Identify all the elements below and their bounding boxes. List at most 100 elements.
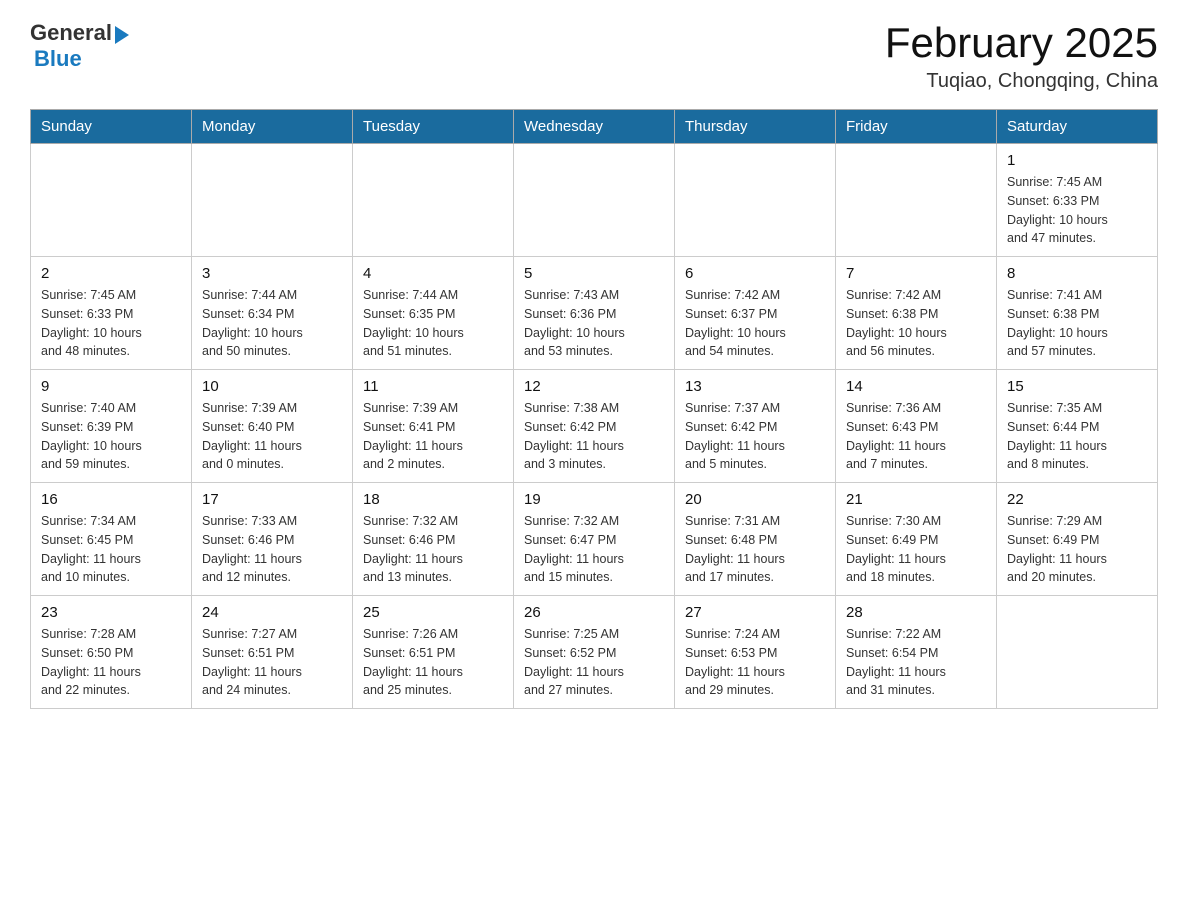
calendar-cell: 27 Sunrise: 7:24 AM Sunset: 6:53 PM Dayli… bbox=[675, 596, 836, 709]
calendar-cell: 22 Sunrise: 7:29 AM Sunset: 6:49 PM Dayli… bbox=[997, 483, 1158, 596]
calendar-cell: 23Sunrise: 7:28 AM Sunset: 6:50 PM Dayli… bbox=[31, 596, 192, 709]
day-number: 14 bbox=[846, 378, 986, 395]
calendar-cell bbox=[31, 144, 192, 257]
day-number: 8 bbox=[1007, 265, 1147, 282]
calendar-cell bbox=[675, 144, 836, 257]
day-info: Sunrise: 7:43 AM Sunset: 6:36 PM Dayligh… bbox=[524, 286, 664, 361]
day-number: 7 bbox=[846, 265, 986, 282]
calendar-cell: 10 Sunrise: 7:39 AM Sunset: 6:40 PM Dayli… bbox=[192, 370, 353, 483]
day-number: 3 bbox=[202, 265, 342, 282]
calendar-week-row: 9 Sunrise: 7:40 AM Sunset: 6:39 PM Daylig… bbox=[31, 370, 1158, 483]
day-number: 6 bbox=[685, 265, 825, 282]
day-number: 25 bbox=[363, 604, 503, 621]
logo-blue-text: Blue bbox=[34, 46, 82, 71]
calendar-cell bbox=[192, 144, 353, 257]
logo: General Blue bbox=[30, 20, 129, 72]
page-header: General Blue February 2025 Tuqiao, Chong… bbox=[30, 20, 1158, 93]
calendar-cell: 4 Sunrise: 7:44 AM Sunset: 6:35 PM Daylig… bbox=[353, 257, 514, 370]
day-info: Sunrise: 7:36 AM Sunset: 6:43 PM Dayligh… bbox=[846, 399, 986, 474]
day-number: 13 bbox=[685, 378, 825, 395]
calendar-cell: 28Sunrise: 7:22 AM Sunset: 6:54 PM Dayli… bbox=[836, 596, 997, 709]
logo-triangle-icon bbox=[115, 26, 129, 44]
day-of-week-header: Thursday bbox=[675, 110, 836, 144]
calendar-cell: 1 Sunrise: 7:45 AM Sunset: 6:33 PM Daylig… bbox=[997, 144, 1158, 257]
calendar-header-row: SundayMondayTuesdayWednesdayThursdayFrid… bbox=[31, 110, 1158, 144]
month-title: February 2025 bbox=[885, 20, 1158, 66]
day-number: 16 bbox=[41, 491, 181, 508]
calendar-cell: 16 Sunrise: 7:34 AM Sunset: 6:45 PM Dayli… bbox=[31, 483, 192, 596]
day-info: Sunrise: 7:32 AM Sunset: 6:47 PM Dayligh… bbox=[524, 512, 664, 587]
day-info: Sunrise: 7:27 AM Sunset: 6:51 PM Dayligh… bbox=[202, 625, 342, 700]
day-info: Sunrise: 7:38 AM Sunset: 6:42 PM Dayligh… bbox=[524, 399, 664, 474]
day-of-week-header: Tuesday bbox=[353, 110, 514, 144]
calendar-cell: 3 Sunrise: 7:44 AM Sunset: 6:34 PM Daylig… bbox=[192, 257, 353, 370]
day-of-week-header: Wednesday bbox=[514, 110, 675, 144]
day-number: 15 bbox=[1007, 378, 1147, 395]
day-info: Sunrise: 7:42 AM Sunset: 6:37 PM Dayligh… bbox=[685, 286, 825, 361]
calendar-cell bbox=[997, 596, 1158, 709]
day-info: Sunrise: 7:31 AM Sunset: 6:48 PM Dayligh… bbox=[685, 512, 825, 587]
calendar-cell bbox=[836, 144, 997, 257]
day-number: 27 bbox=[685, 604, 825, 621]
day-info: Sunrise: 7:39 AM Sunset: 6:40 PM Dayligh… bbox=[202, 399, 342, 474]
calendar-cell: 2 Sunrise: 7:45 AM Sunset: 6:33 PM Daylig… bbox=[31, 257, 192, 370]
day-info: Sunrise: 7:40 AM Sunset: 6:39 PM Dayligh… bbox=[41, 399, 181, 474]
title-block: February 2025 Tuqiao, Chongqing, China bbox=[885, 20, 1158, 93]
day-info: Sunrise: 7:30 AM Sunset: 6:49 PM Dayligh… bbox=[846, 512, 986, 587]
day-number: 11 bbox=[363, 378, 503, 395]
day-number: 28 bbox=[846, 604, 986, 621]
day-info: Sunrise: 7:25 AM Sunset: 6:52 PM Dayligh… bbox=[524, 625, 664, 700]
day-number: 26 bbox=[524, 604, 664, 621]
day-of-week-header: Monday bbox=[192, 110, 353, 144]
day-number: 21 bbox=[846, 491, 986, 508]
calendar-cell: 20 Sunrise: 7:31 AM Sunset: 6:48 PM Dayli… bbox=[675, 483, 836, 596]
day-number: 12 bbox=[524, 378, 664, 395]
day-number: 17 bbox=[202, 491, 342, 508]
day-of-week-header: Sunday bbox=[31, 110, 192, 144]
calendar-week-row: 1 Sunrise: 7:45 AM Sunset: 6:33 PM Daylig… bbox=[31, 144, 1158, 257]
calendar-cell: 19 Sunrise: 7:32 AM Sunset: 6:47 PM Dayli… bbox=[514, 483, 675, 596]
day-info: Sunrise: 7:44 AM Sunset: 6:35 PM Dayligh… bbox=[363, 286, 503, 361]
calendar-cell: 12 Sunrise: 7:38 AM Sunset: 6:42 PM Dayli… bbox=[514, 370, 675, 483]
calendar-cell: 25 Sunrise: 7:26 AM Sunset: 6:51 PM Dayli… bbox=[353, 596, 514, 709]
day-info: Sunrise: 7:37 AM Sunset: 6:42 PM Dayligh… bbox=[685, 399, 825, 474]
calendar-cell: 21 Sunrise: 7:30 AM Sunset: 6:49 PM Dayli… bbox=[836, 483, 997, 596]
day-info: Sunrise: 7:42 AM Sunset: 6:38 PM Dayligh… bbox=[846, 286, 986, 361]
calendar-cell: 17 Sunrise: 7:33 AM Sunset: 6:46 PM Dayli… bbox=[192, 483, 353, 596]
day-info: Sunrise: 7:24 AM Sunset: 6:53 PM Dayligh… bbox=[685, 625, 825, 700]
day-info: Sunrise: 7:45 AM Sunset: 6:33 PM Dayligh… bbox=[1007, 173, 1147, 248]
day-number: 2 bbox=[41, 265, 181, 282]
calendar-table: SundayMondayTuesdayWednesdayThursdayFrid… bbox=[30, 109, 1158, 709]
calendar-cell: 18 Sunrise: 7:32 AM Sunset: 6:46 PM Dayli… bbox=[353, 483, 514, 596]
calendar-cell: 8Sunrise: 7:41 AM Sunset: 6:38 PM Daylig… bbox=[997, 257, 1158, 370]
day-number: 18 bbox=[363, 491, 503, 508]
calendar-cell: 9 Sunrise: 7:40 AM Sunset: 6:39 PM Daylig… bbox=[31, 370, 192, 483]
day-info: Sunrise: 7:45 AM Sunset: 6:33 PM Dayligh… bbox=[41, 286, 181, 361]
day-info: Sunrise: 7:32 AM Sunset: 6:46 PM Dayligh… bbox=[363, 512, 503, 587]
calendar-cell: 5 Sunrise: 7:43 AM Sunset: 6:36 PM Daylig… bbox=[514, 257, 675, 370]
day-number: 20 bbox=[685, 491, 825, 508]
day-number: 5 bbox=[524, 265, 664, 282]
calendar-cell: 6 Sunrise: 7:42 AM Sunset: 6:37 PM Daylig… bbox=[675, 257, 836, 370]
day-number: 10 bbox=[202, 378, 342, 395]
calendar-week-row: 2 Sunrise: 7:45 AM Sunset: 6:33 PM Daylig… bbox=[31, 257, 1158, 370]
day-number: 4 bbox=[363, 265, 503, 282]
day-info: Sunrise: 7:29 AM Sunset: 6:49 PM Dayligh… bbox=[1007, 512, 1147, 587]
day-number: 9 bbox=[41, 378, 181, 395]
day-info: Sunrise: 7:26 AM Sunset: 6:51 PM Dayligh… bbox=[363, 625, 503, 700]
day-info: Sunrise: 7:34 AM Sunset: 6:45 PM Dayligh… bbox=[41, 512, 181, 587]
day-of-week-header: Saturday bbox=[997, 110, 1158, 144]
calendar-cell: 11 Sunrise: 7:39 AM Sunset: 6:41 PM Dayli… bbox=[353, 370, 514, 483]
calendar-cell bbox=[353, 144, 514, 257]
day-info: Sunrise: 7:44 AM Sunset: 6:34 PM Dayligh… bbox=[202, 286, 342, 361]
day-number: 24 bbox=[202, 604, 342, 621]
calendar-cell bbox=[514, 144, 675, 257]
day-number: 19 bbox=[524, 491, 664, 508]
day-number: 1 bbox=[1007, 152, 1147, 169]
day-number: 22 bbox=[1007, 491, 1147, 508]
calendar-week-row: 23Sunrise: 7:28 AM Sunset: 6:50 PM Dayli… bbox=[31, 596, 1158, 709]
day-info: Sunrise: 7:33 AM Sunset: 6:46 PM Dayligh… bbox=[202, 512, 342, 587]
day-info: Sunrise: 7:39 AM Sunset: 6:41 PM Dayligh… bbox=[363, 399, 503, 474]
calendar-cell: 24 Sunrise: 7:27 AM Sunset: 6:51 PM Dayli… bbox=[192, 596, 353, 709]
logo-general-text: General bbox=[30, 20, 112, 46]
